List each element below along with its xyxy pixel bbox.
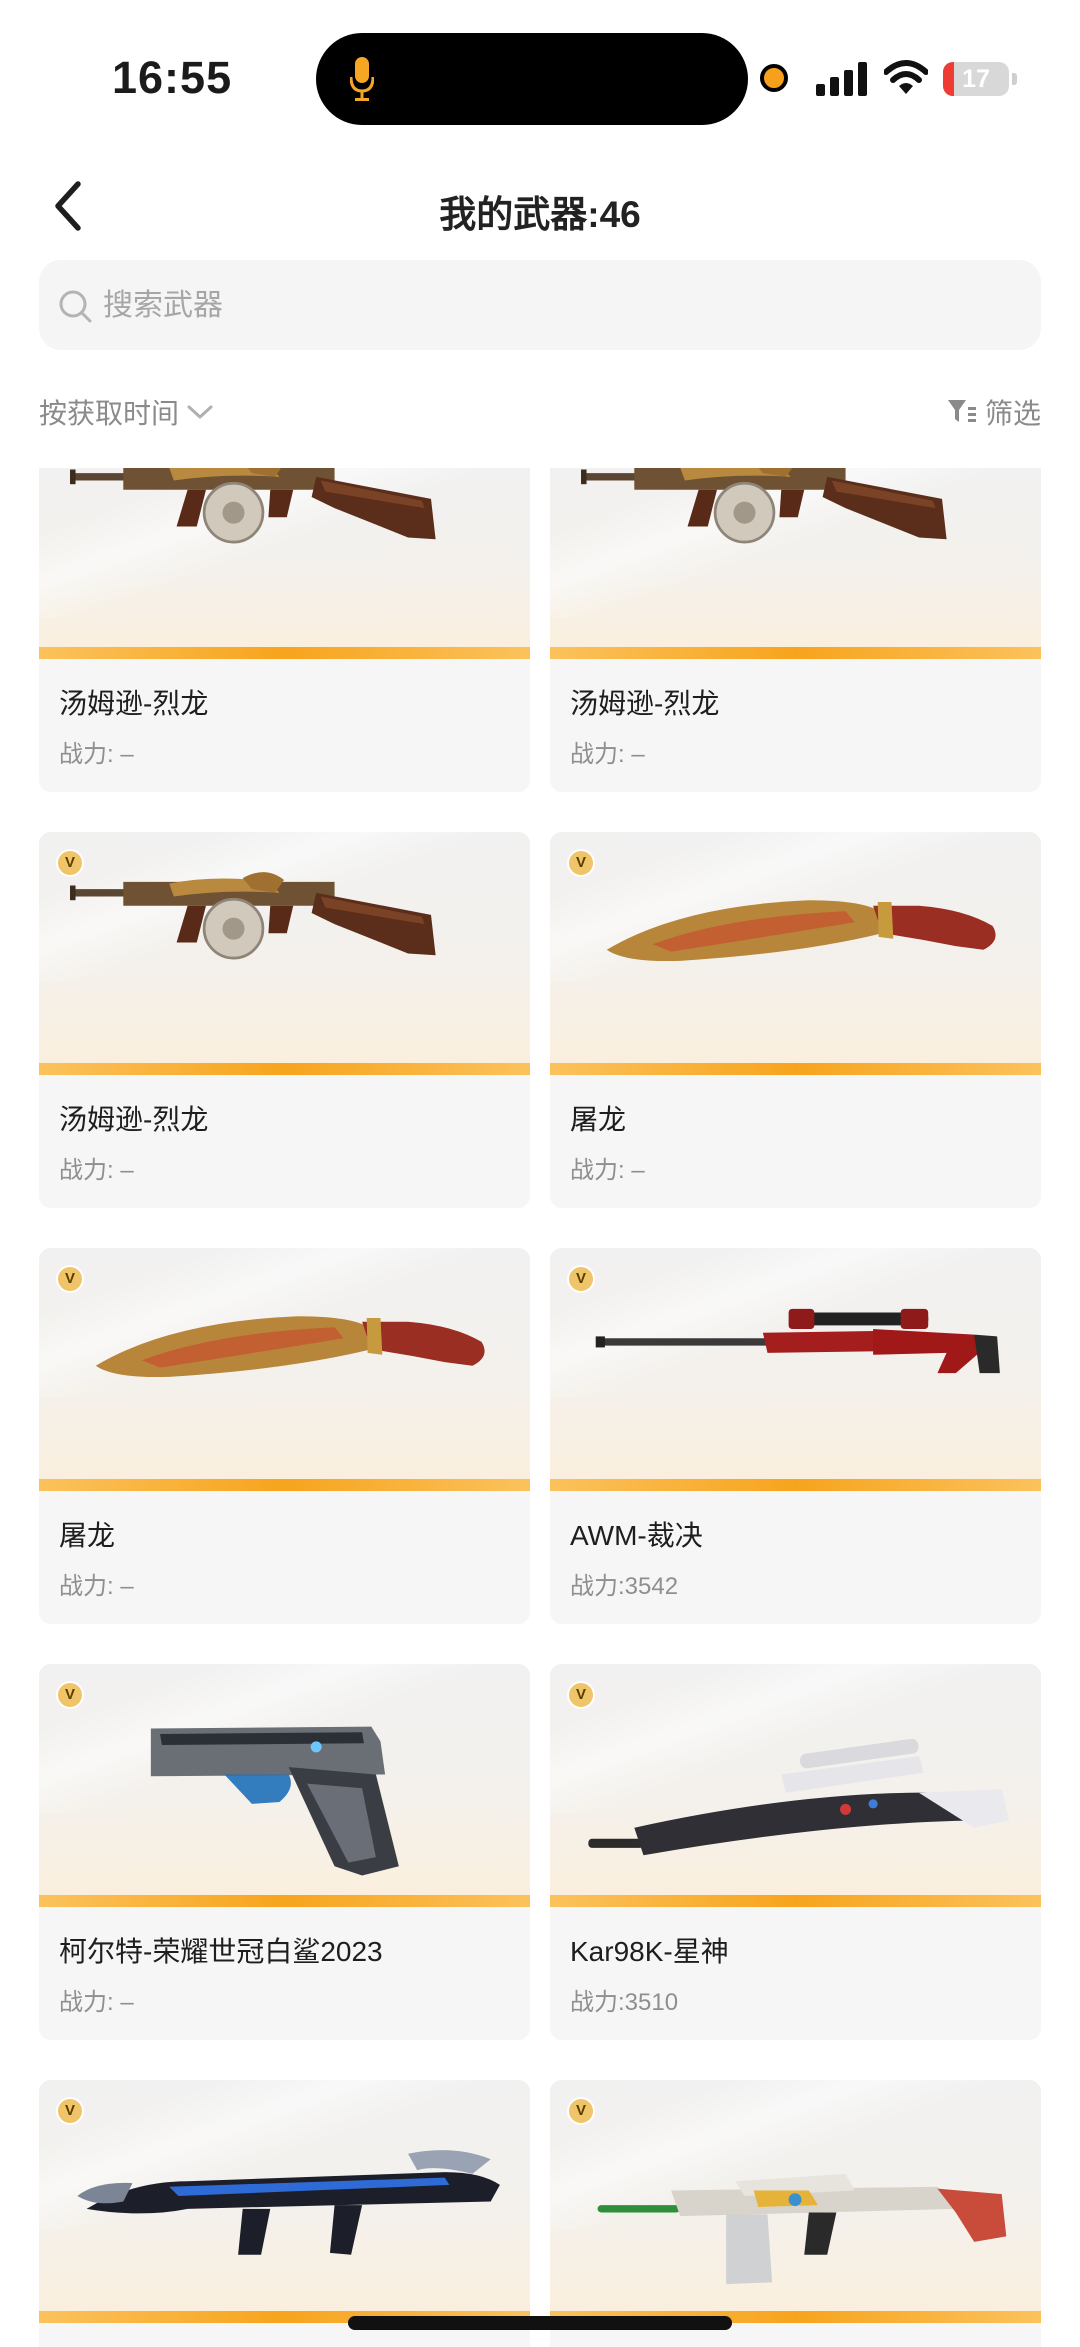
weapon-power: 战力:3510 (570, 1989, 679, 2016)
vip-badge-icon: V (567, 1681, 595, 1709)
weapon-card[interactable]: V 柯尔特-荣耀世冠白鲨2023 战力: – (39, 1664, 530, 2040)
weapon-power: 战力: – (59, 1157, 134, 1184)
weapon-power: 战力: – (570, 1157, 645, 1184)
weapon-pistol-icon (150, 1726, 399, 1876)
weapon-card[interactable]: 汤姆逊-烈龙战力: – (550, 468, 1041, 792)
weapon-kukri-icon (606, 900, 996, 962)
vip-badge-icon: V (56, 1681, 84, 1709)
weapon-image (550, 468, 1041, 659)
weapon-image: V (550, 832, 1041, 1075)
weapon-power: 战力: – (59, 1989, 134, 2016)
home-indicator[interactable] (348, 2316, 732, 2330)
rarity-bar (39, 1895, 530, 1907)
rarity-bar (550, 1063, 1041, 1075)
weapon-card[interactable]: V Kar98K-星神战力:3510 (550, 1664, 1041, 2040)
weapon-card[interactable]: 汤姆逊-烈龙战力: – (39, 468, 530, 792)
weapon-tommy-icon (70, 872, 436, 960)
rarity-bar (550, 1895, 1041, 1907)
weapon-name: 屠龙 (59, 1520, 116, 1551)
vip-badge-icon: V (56, 1265, 84, 1293)
weapon-image: V (550, 1248, 1041, 1491)
weapon-image: V (39, 1248, 530, 1491)
weapon-name: 汤姆逊-烈龙 (59, 1104, 209, 1135)
weapon-kukri-icon (95, 1316, 485, 1378)
weapon-power: 战力: – (570, 741, 645, 768)
weapon-lmg-icon (597, 2173, 1007, 2285)
weapon-tommy-icon (581, 468, 947, 544)
weapon-name: 屠龙 (570, 1104, 627, 1135)
weapon-blade-rifle-icon (77, 2150, 500, 2255)
weapon-tommy-icon (70, 468, 436, 544)
rarity-bar (39, 1479, 530, 1491)
rarity-bar (550, 647, 1041, 659)
weapon-card[interactable]: V 屠龙战力: – (39, 1248, 530, 1624)
weapon-name: AWM-裁决 (570, 1520, 703, 1551)
weapon-name: 汤姆逊-烈龙 (570, 688, 720, 719)
weapon-image: V (39, 2080, 530, 2323)
weapon-power: 战力:3542 (570, 1573, 679, 1600)
vip-badge-icon: V (56, 849, 84, 877)
weapon-image (39, 468, 530, 659)
vip-badge-icon: V (567, 849, 595, 877)
weapon-image: V (39, 832, 530, 1075)
rarity-bar (550, 1479, 1041, 1491)
weapon-kar98-icon (588, 1738, 1010, 1856)
rarity-bar (39, 1063, 530, 1075)
weapon-card[interactable]: V 汤姆逊-烈龙战力: – (39, 832, 530, 1208)
weapon-card[interactable]: V AWM-裁决战力:3542 (550, 1248, 1041, 1624)
weapon-card[interactable]: V (550, 2080, 1041, 2347)
weapon-card[interactable]: V 屠龙战力: – (550, 832, 1041, 1208)
weapon-image: V (550, 1664, 1041, 1907)
weapon-image: V (39, 1664, 530, 1907)
weapon-name: 汤姆逊-烈龙 (59, 688, 209, 719)
weapon-name: Kar98K-星神 (570, 1936, 729, 1967)
rarity-bar (39, 647, 530, 659)
weapon-sniper-red-icon (595, 1308, 1000, 1374)
weapon-grid: 汤姆逊-烈龙 战力: – 汤姆逊-烈龙 战力: – V 汤姆逊-烈龙 战力: – V 屠龙… (0, 0, 1080, 2347)
weapon-image: V (550, 2080, 1041, 2323)
weapon-name: 柯尔特-荣耀世冠白鲨2023 (59, 1936, 383, 1967)
weapon-card[interactable]: V (39, 2080, 530, 2347)
vip-badge-icon: V (56, 2097, 84, 2125)
weapon-power: 战力: – (59, 1573, 134, 1600)
weapon-power: 战力: – (59, 741, 134, 768)
vip-badge-icon: V (567, 2097, 595, 2125)
vip-badge-icon: V (567, 1265, 595, 1293)
